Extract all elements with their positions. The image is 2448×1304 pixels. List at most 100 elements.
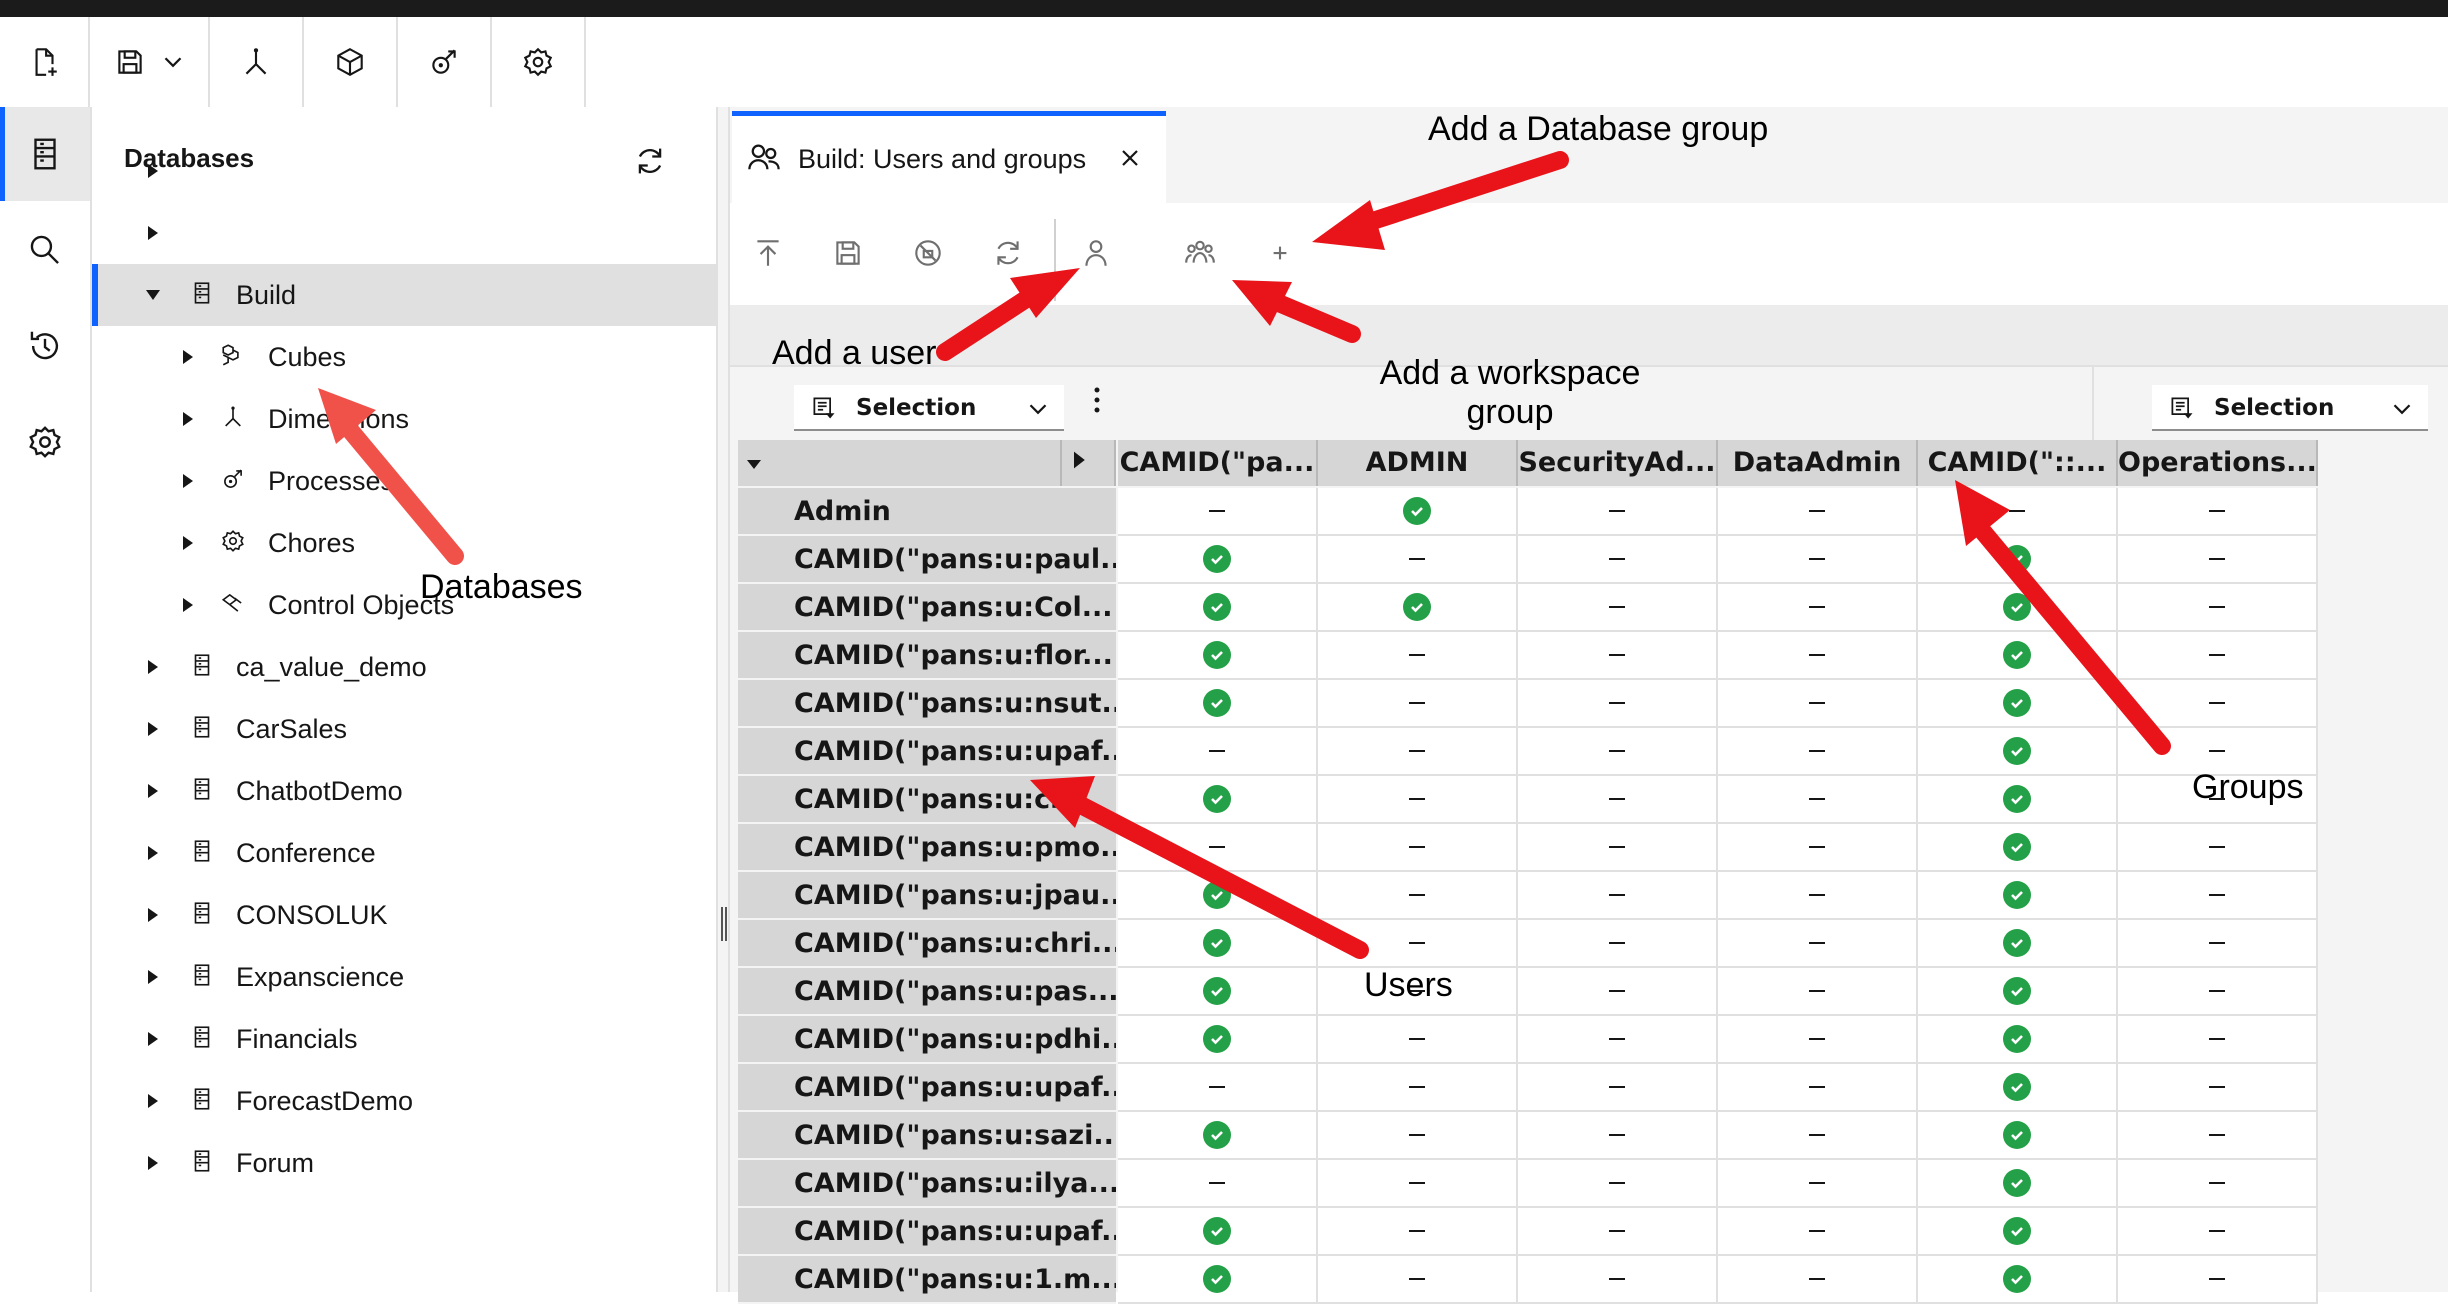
membership-cell[interactable] [1918, 680, 2118, 728]
membership-cell[interactable] [1918, 584, 2118, 632]
tree-database-item[interactable]: Expanscience [92, 946, 716, 1008]
column-selection-dropdown[interactable]: Selection [2152, 385, 2428, 431]
caret-right-icon[interactable] [148, 784, 158, 798]
column-header[interactable]: SecurityAd... [1518, 440, 1718, 486]
column-header[interactable]: Operations... [2118, 440, 2318, 486]
row-header[interactable]: CAMID("pans:u:ilya.... [738, 1160, 1116, 1208]
caret-right-icon[interactable] [148, 908, 158, 922]
row-header[interactable]: CAMID("pans:u:pdhi... [738, 1016, 1116, 1064]
membership-cell[interactable] [1918, 920, 2118, 968]
membership-cell[interactable] [1118, 1208, 1318, 1256]
membership-cell[interactable] [1918, 1208, 2118, 1256]
row-header[interactable]: CAMID("pans:u:upaf... [738, 728, 1116, 776]
membership-cell[interactable] [1118, 632, 1318, 680]
membership-cell[interactable] [1318, 680, 1518, 728]
row-header[interactable]: CAMID("pans:u:pas... [738, 968, 1116, 1016]
tree-database-item[interactable]: Financials [92, 1008, 716, 1070]
tree-child-item[interactable]: Processes [92, 450, 716, 512]
membership-cell[interactable] [1918, 1064, 2118, 1112]
nav-history[interactable] [0, 299, 90, 393]
caret-right-icon[interactable] [183, 350, 193, 364]
tree-database-item[interactable]: Forum [92, 1132, 716, 1194]
membership-cell[interactable] [1518, 1256, 1718, 1304]
publish-button[interactable] [738, 223, 798, 283]
membership-cell[interactable] [1318, 1064, 1518, 1112]
membership-cell[interactable] [1318, 824, 1518, 872]
chore-button[interactable] [492, 17, 586, 107]
tree-child-item[interactable]: Cubes [92, 326, 716, 388]
nav-settings[interactable] [0, 395, 90, 489]
caret-right-icon[interactable] [183, 412, 193, 426]
membership-cell[interactable] [1718, 680, 1918, 728]
membership-cell[interactable] [1318, 1208, 1518, 1256]
membership-cell[interactable] [1318, 728, 1518, 776]
membership-cell[interactable] [1118, 1112, 1318, 1160]
tree-child-item[interactable]: Chores [92, 512, 716, 574]
membership-cell[interactable] [1918, 824, 2118, 872]
row-header[interactable]: CAMID("pans:u:pmo... [738, 824, 1116, 872]
membership-cell[interactable] [1718, 920, 1918, 968]
membership-cell[interactable] [2118, 1064, 2318, 1112]
membership-cell[interactable] [1318, 536, 1518, 584]
membership-cell[interactable] [1518, 728, 1718, 776]
membership-cell[interactable] [2118, 1208, 2318, 1256]
membership-cell[interactable] [1718, 1064, 1918, 1112]
caret-right-icon[interactable] [148, 1094, 158, 1108]
membership-cell[interactable] [2118, 824, 2318, 872]
row-header[interactable]: CAMID("pans:u:Col... [738, 584, 1116, 632]
membership-cell[interactable] [2118, 872, 2318, 920]
membership-cell[interactable] [1118, 872, 1318, 920]
membership-cell[interactable] [1118, 728, 1318, 776]
membership-cell[interactable] [1918, 1256, 2118, 1304]
membership-cell[interactable] [2118, 632, 2318, 680]
membership-cell[interactable] [1118, 776, 1318, 824]
membership-cell[interactable] [1518, 776, 1718, 824]
membership-cell[interactable] [1118, 920, 1318, 968]
row-header[interactable]: CAMID("pans:u:jpau... [738, 872, 1116, 920]
membership-cell[interactable] [2118, 968, 2318, 1016]
membership-cell[interactable] [1718, 1016, 1918, 1064]
membership-cell[interactable] [1518, 632, 1718, 680]
membership-cell[interactable] [1118, 824, 1318, 872]
column-header[interactable]: DataAdmin [1718, 440, 1918, 486]
process-button[interactable] [398, 17, 492, 107]
column-header[interactable]: ADMIN [1318, 440, 1518, 486]
membership-cell[interactable] [1318, 1160, 1518, 1208]
membership-cell[interactable] [1518, 1064, 1718, 1112]
caret-right-icon[interactable] [148, 226, 158, 240]
membership-cell[interactable] [1518, 488, 1718, 536]
new-file-button[interactable] [0, 17, 90, 107]
row-header[interactable]: CAMID("pans:u:upaf... [738, 1208, 1116, 1256]
membership-cell[interactable] [1918, 872, 2118, 920]
membership-cell[interactable] [1918, 1160, 2118, 1208]
overflow-menu-icon[interactable] [1092, 385, 1102, 415]
row-header[interactable]: Admin [738, 488, 1116, 536]
splitter-grip[interactable] [721, 907, 727, 941]
membership-cell[interactable] [1518, 584, 1718, 632]
membership-cell[interactable] [1718, 1208, 1918, 1256]
membership-cell[interactable] [1518, 968, 1718, 1016]
caret-right-icon[interactable] [183, 536, 193, 550]
membership-cell[interactable] [1318, 1256, 1518, 1304]
membership-cell[interactable] [1118, 1160, 1318, 1208]
membership-cell[interactable] [1718, 824, 1918, 872]
membership-cell[interactable] [2118, 1016, 2318, 1064]
chevron-down-icon[interactable] [161, 50, 185, 74]
discard-button[interactable] [898, 223, 958, 283]
caret-right-icon[interactable] [148, 164, 158, 178]
tree-database-item[interactable]: ForecastDemo [92, 1070, 716, 1132]
membership-cell[interactable] [2118, 1256, 2318, 1304]
tree-database-item[interactable]: CONSOLUK [92, 884, 716, 946]
collapse-rows-icon[interactable] [744, 454, 764, 474]
tab-users-and-groups[interactable]: Build: Users and groups [732, 111, 1166, 203]
dimension-button[interactable] [210, 17, 304, 107]
membership-cell[interactable] [1118, 488, 1318, 536]
membership-cell[interactable] [2118, 536, 2318, 584]
row-header[interactable]: CAMID("pans:u:upaf... [738, 1064, 1116, 1112]
tree-database-item[interactable] [92, 140, 716, 202]
membership-cell[interactable] [1918, 536, 2118, 584]
expand-columns-icon[interactable] [1068, 448, 1092, 472]
column-header[interactable]: CAMID("pa... [1118, 440, 1318, 486]
save-button[interactable] [90, 17, 210, 107]
membership-cell[interactable] [1318, 872, 1518, 920]
